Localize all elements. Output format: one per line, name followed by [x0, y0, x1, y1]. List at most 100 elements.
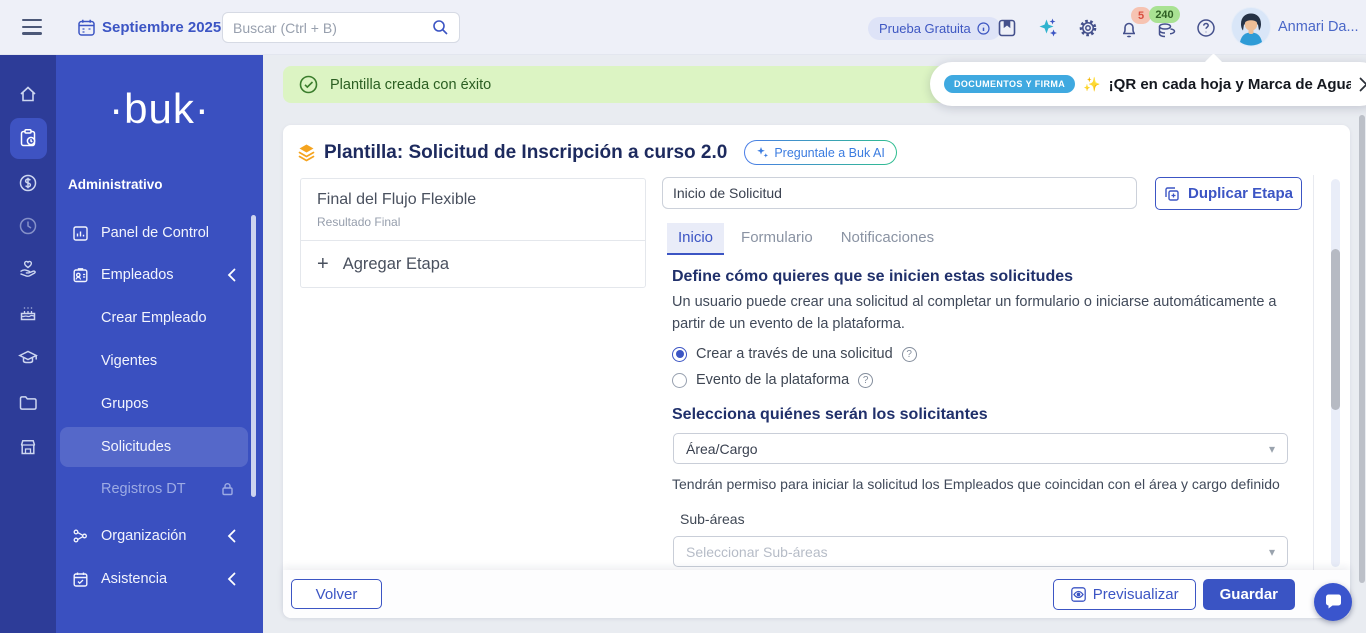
- duplicate-icon: [1165, 186, 1179, 201]
- radio-option-crear-solicitud[interactable]: Crear a través de una solicitud ?: [672, 346, 917, 362]
- sidebar-item-label: Vigentes: [101, 353, 158, 369]
- chevron-left-icon: [227, 529, 236, 543]
- credits-coins-icon[interactable]: [1157, 20, 1177, 40]
- chat-widget-button[interactable]: [1314, 583, 1352, 621]
- chat-bubble-icon: [1325, 594, 1341, 608]
- settings-gear-icon[interactable]: [1078, 18, 1098, 38]
- notifications-count-badge[interactable]: 5: [1131, 7, 1151, 24]
- sidebar-item-label: Crear Empleado: [101, 310, 207, 326]
- toast-category-badge: DOCUMENTOS Y FIRMA: [944, 75, 1076, 93]
- subareas-placeholder: Seleccionar Sub-áreas: [686, 543, 828, 560]
- sidebar-item-grupos[interactable]: Grupos: [60, 384, 248, 424]
- sidebar-item-vigentes[interactable]: Vigentes: [60, 341, 248, 381]
- subareas-label: Sub-áreas: [680, 511, 745, 527]
- requests-clipboard-icon[interactable]: [18, 128, 38, 148]
- tab-notificaciones[interactable]: Notificaciones: [830, 223, 945, 255]
- benefits-hand-heart-icon[interactable]: [18, 258, 38, 278]
- search-icon[interactable]: [432, 19, 449, 36]
- card-footer: Volver Previsualizar Guardar: [283, 570, 1350, 618]
- credits-count-badge[interactable]: 240: [1149, 6, 1180, 23]
- add-stage-button[interactable]: + Agregar Etapa: [301, 241, 645, 287]
- sidebar-item-asistencia[interactable]: Asistencia: [60, 559, 248, 599]
- chevron-left-icon: [227, 572, 236, 586]
- sidebar-item-panel-de-control[interactable]: Panel de Control: [60, 213, 248, 253]
- help-icon[interactable]: [1196, 18, 1216, 38]
- hamburger-menu-icon[interactable]: [22, 19, 42, 35]
- organization-icon: [73, 529, 87, 542]
- attendance-calendar-icon: [73, 572, 88, 587]
- sidebar-item-label: Empleados: [101, 267, 174, 283]
- training-graduation-icon[interactable]: [18, 348, 38, 368]
- subareas-select[interactable]: Seleccionar Sub-áreas ▾: [673, 536, 1288, 567]
- banner-message: Plantilla creada con éxito: [330, 76, 492, 93]
- time-clock-icon[interactable]: [18, 216, 38, 236]
- editor-scrollbar-thumb[interactable]: [1331, 249, 1340, 410]
- duplicate-stage-button[interactable]: Duplicar Etapa: [1155, 177, 1302, 210]
- sidebar-icon-rail: [0, 55, 56, 633]
- files-folder-icon[interactable]: [18, 393, 38, 413]
- requesters-type-select[interactable]: Área/Cargo ▾: [673, 433, 1288, 464]
- trial-badge[interactable]: Prueba Gratuita: [868, 17, 1001, 40]
- buk-logo[interactable]: ·buk·: [56, 85, 263, 133]
- topbar: Septiembre 2025 Prueba Gratuita 5 240 An…: [0, 0, 1366, 55]
- culture-cake-icon[interactable]: [18, 303, 38, 323]
- permission-note: Tendrán permiso para iniciar la solicitu…: [672, 476, 1280, 492]
- sidebar-item-empleados[interactable]: Empleados: [60, 255, 248, 295]
- radio-label: Evento de la plataforma: [696, 372, 850, 388]
- bookmark-icon[interactable]: [997, 18, 1017, 38]
- period-selector[interactable]: Septiembre 2025: [102, 19, 221, 36]
- caret-down-icon: ▾: [1268, 441, 1275, 456]
- stage-item-final[interactable]: Final del Flujo Flexible Resultado Final: [301, 179, 645, 241]
- preview-label: Previsualizar: [1092, 585, 1179, 603]
- payments-icon[interactable]: [18, 173, 38, 193]
- back-button[interactable]: Volver: [291, 579, 382, 609]
- sidebar: ·buk· Administrativo Panel de Control Em…: [0, 55, 263, 633]
- caret-down-icon: ▾: [1268, 544, 1275, 559]
- user-avatar[interactable]: [1232, 8, 1270, 46]
- user-name[interactable]: Anmari Da...: [1278, 19, 1359, 35]
- employees-badge-icon: [73, 267, 88, 282]
- check-circle-icon: [299, 75, 318, 94]
- sidebar-item-solicitudes[interactable]: Solicitudes: [60, 427, 248, 467]
- sidebar-scrollbar[interactable]: [251, 215, 256, 497]
- sidebar-item-label: Asistencia: [101, 571, 168, 587]
- sidebar-item-crear-empleado[interactable]: Crear Empleado: [60, 298, 248, 338]
- home-icon[interactable]: [18, 84, 38, 104]
- promo-toast[interactable]: DOCUMENTOS Y FIRMA ✨ ¡QR en cada hoja y …: [930, 53, 1366, 106]
- marketplace-store-icon[interactable]: [18, 437, 38, 457]
- avatar-illustration: [1232, 8, 1270, 46]
- chevron-right-icon[interactable]: [1359, 77, 1366, 92]
- search-box: [222, 12, 460, 43]
- sidebar-item-registros-dt[interactable]: Registros DT: [60, 469, 248, 509]
- stage-tabs: Inicio Formulario Notificaciones: [667, 223, 945, 255]
- save-button[interactable]: Guardar: [1202, 578, 1295, 610]
- dashboard-icon: [73, 225, 88, 241]
- sidebar-item-label: Registros DT: [101, 481, 186, 497]
- stage-name-input[interactable]: [662, 177, 1137, 209]
- help-circle-icon[interactable]: ?: [858, 372, 874, 388]
- tab-formulario[interactable]: Formulario: [730, 223, 824, 255]
- calendar-icon[interactable]: [77, 18, 96, 37]
- sidebar-section-label: Administrativo: [68, 177, 163, 192]
- radio-option-evento-plataforma[interactable]: Evento de la plataforma ?: [672, 372, 874, 388]
- ask-buk-ai-label: Preguntale a Buk AI: [774, 145, 885, 160]
- page-scrollbar[interactable]: [1359, 115, 1365, 583]
- ask-buk-ai-button[interactable]: Preguntale a Buk AI: [744, 140, 897, 165]
- radio-unselected-icon[interactable]: [672, 372, 687, 388]
- preview-button[interactable]: Previsualizar: [1052, 578, 1196, 610]
- lock-icon: [222, 483, 233, 496]
- ai-sparkle-icon[interactable]: [1038, 17, 1059, 38]
- search-input[interactable]: [233, 13, 428, 42]
- tab-inicio[interactable]: Inicio: [667, 223, 725, 255]
- sparkle-emoji-icon: ✨: [1083, 75, 1101, 92]
- layers-icon: [298, 144, 315, 162]
- radio-selected-icon[interactable]: [672, 346, 687, 362]
- sidebar-item-label: Organización: [101, 528, 187, 544]
- stage-title: Final del Flujo Flexible: [317, 191, 477, 208]
- sidebar-item-label: Solicitudes: [101, 439, 172, 455]
- help-circle-icon[interactable]: ?: [901, 346, 917, 362]
- content-divider: [1313, 175, 1314, 570]
- requesters-section-heading: Selecciona quiénes serán los solicitante…: [672, 406, 988, 423]
- sidebar-item-organizacion[interactable]: Organización: [60, 516, 248, 556]
- page-title: Plantilla: Solicitud de Inscripción a cu…: [324, 141, 728, 163]
